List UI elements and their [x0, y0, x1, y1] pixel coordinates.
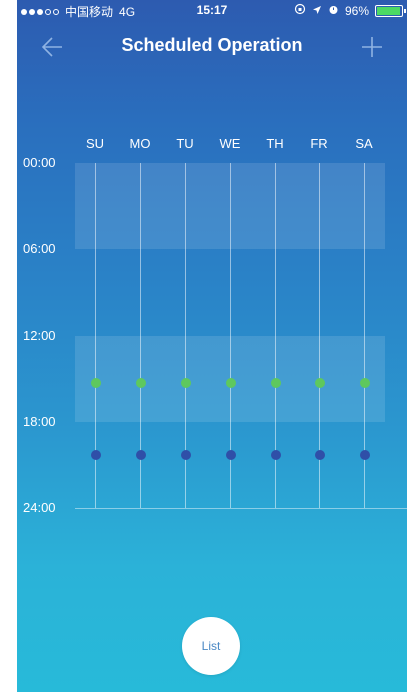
- on-marker-tu[interactable]: [180, 377, 191, 388]
- time-label: 24:00: [23, 500, 56, 515]
- list-button-label: List: [201, 639, 221, 653]
- off-marker-th[interactable]: [270, 449, 281, 460]
- orientation-lock-icon: [294, 3, 306, 18]
- day-label-th: TH: [266, 136, 284, 151]
- plus-icon: [362, 37, 382, 57]
- day-label-fr: FR: [310, 136, 328, 151]
- day-label-mo: MO: [129, 136, 151, 151]
- location-icon: [312, 4, 322, 18]
- time-label: 00:00: [23, 155, 56, 170]
- page-title: Scheduled Operation: [121, 35, 303, 55]
- off-marker-mo[interactable]: [135, 449, 146, 460]
- day-label-tu: TU: [176, 136, 194, 151]
- grid-baseline: [75, 508, 407, 509]
- off-marker-su[interactable]: [90, 449, 101, 460]
- on-marker-mo[interactable]: [135, 377, 146, 388]
- on-marker-fr[interactable]: [314, 377, 325, 388]
- on-marker-we[interactable]: [225, 377, 236, 388]
- time-label: 06:00: [23, 241, 56, 257]
- status-bar: 中国移动 4G 15:17 96%: [17, 0, 407, 20]
- on-marker-sa[interactable]: [359, 377, 370, 388]
- off-marker-sa[interactable]: [359, 449, 370, 460]
- add-schedule-button[interactable]: [355, 30, 389, 64]
- battery-level: [377, 6, 400, 15]
- off-marker-fr[interactable]: [314, 449, 325, 460]
- day-label-we: WE: [219, 136, 241, 151]
- schedule-screen: 中国移动 4G 15:17 96% Scheduled Operation SU…: [17, 0, 407, 692]
- time-label: 12:00: [23, 327, 56, 343]
- time-label: 18:00: [23, 413, 56, 429]
- day-label-su: SU: [85, 136, 105, 151]
- weekday-header: SU MO TU WE TH FR SA: [17, 136, 407, 154]
- off-marker-tu[interactable]: [180, 449, 191, 460]
- alarm-icon: [328, 4, 339, 18]
- day-label-sa: SA: [355, 136, 373, 151]
- on-marker-su[interactable]: [90, 377, 101, 388]
- off-marker-we[interactable]: [225, 449, 236, 460]
- status-right: 96%: [294, 3, 406, 18]
- list-button[interactable]: List: [182, 617, 240, 675]
- nav-bar: Scheduled Operation: [17, 20, 407, 72]
- on-marker-th[interactable]: [270, 377, 281, 388]
- battery-percent: 96%: [344, 3, 369, 18]
- battery-icon: [375, 4, 406, 17]
